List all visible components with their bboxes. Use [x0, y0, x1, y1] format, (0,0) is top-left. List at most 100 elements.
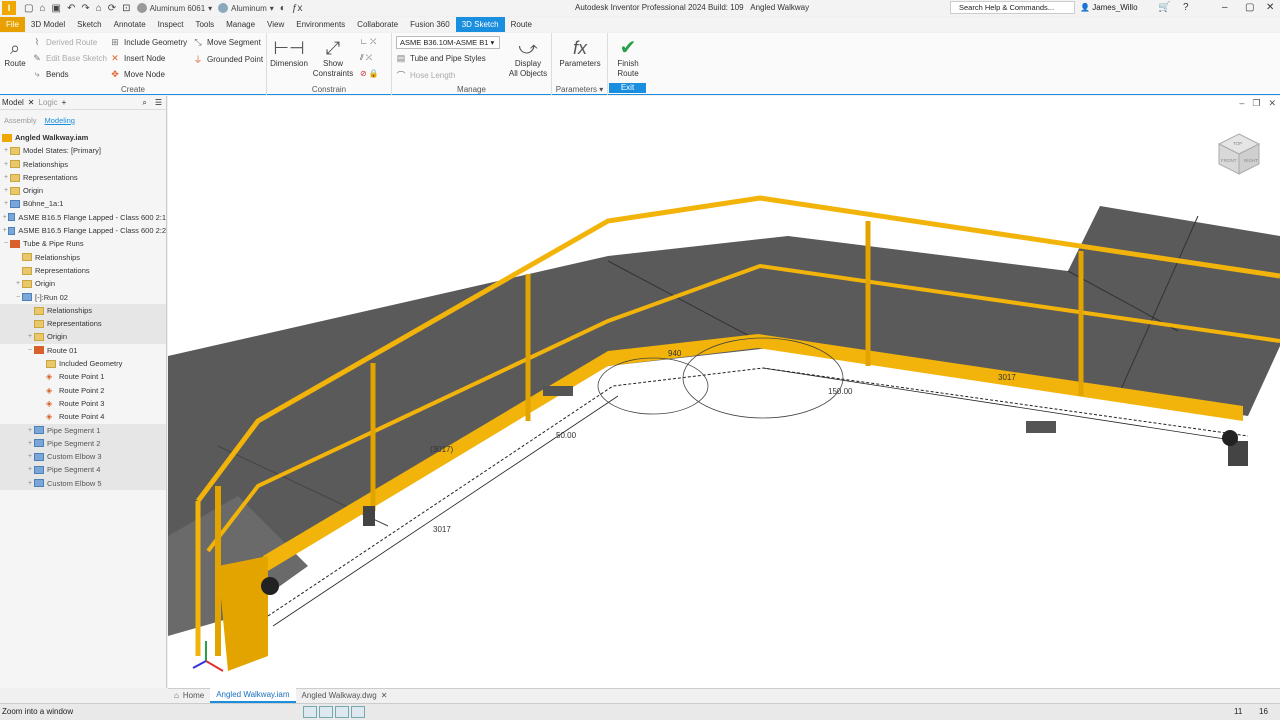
help-icon[interactable]: ? [1183, 2, 1189, 13]
close-icon[interactable]: ✕ [1266, 2, 1274, 13]
tree-node[interactable]: + Custom Elbow 3 [0, 450, 166, 464]
tree-node[interactable]: + Bühne_1a:1 [0, 197, 166, 210]
tree-node[interactable]: + ASME B16.5 Flange Lapped - Class 600 2:… [0, 224, 166, 237]
tab-file[interactable]: File [0, 17, 25, 32]
tab-view[interactable]: View [261, 17, 290, 32]
function-icon[interactable]: ƒx [292, 3, 303, 14]
tab-logic[interactable]: Logic [39, 98, 58, 107]
subtab-assembly[interactable]: Assembly [4, 116, 37, 125]
save-icon[interactable]: ▣ [52, 3, 61, 14]
minimize-icon[interactable]: – [1222, 2, 1228, 13]
menu-icon[interactable]: ☰ [155, 98, 162, 107]
color-icon[interactable]: ◐ [280, 3, 286, 14]
tree-node[interactable]: ◈ Route Point 3 [0, 397, 166, 410]
tab-sketch[interactable]: Sketch [71, 17, 107, 32]
minimize-view-icon[interactable]: – [1239, 98, 1244, 109]
tree-node[interactable]: + Model States: [Primary] [0, 144, 166, 157]
tree-node[interactable]: ◈ Route Point 4 [0, 410, 166, 423]
search-icon[interactable]: ⌕ [142, 98, 146, 108]
home-tab[interactable]: ⌂ Home [168, 689, 210, 702]
tree-node-root[interactable]: Angled Walkway.iam [0, 131, 166, 144]
tree-node[interactable]: + Representations [0, 171, 166, 184]
fix-icon[interactable]: ⊘ 🔒 [360, 69, 379, 78]
finish-route-button[interactable]: ✔ Finish Route [610, 37, 646, 79]
parameters-group-label[interactable]: Parameters ▾ [552, 85, 607, 94]
tab-annotate[interactable]: Annotate [108, 17, 152, 32]
bends-button[interactable]: ⤷ Bends [32, 69, 68, 80]
tree-node[interactable]: + Origin [0, 277, 166, 290]
tab-collaborate[interactable]: Collaborate [351, 17, 404, 32]
user-account[interactable]: 👤 James_Willo [1080, 3, 1138, 12]
tab-inspect[interactable]: Inspect [152, 17, 190, 32]
tree-node[interactable]: − Route 01 [0, 344, 166, 357]
tree-node[interactable]: Relationships [0, 303, 166, 318]
tab-manage[interactable]: Manage [220, 17, 261, 32]
tube-pipe-styles-button[interactable]: ▤ Tube and Pipe Styles [396, 53, 486, 64]
search-input[interactable]: Search Help & Commands... [950, 1, 1075, 14]
select-icon[interactable]: ⊡ [122, 3, 130, 14]
parameters-button[interactable]: fx Parameters [558, 37, 602, 69]
route-button[interactable]: ⌕ Route [3, 37, 27, 69]
tree-node[interactable]: − [-]:Run 02 [0, 291, 166, 304]
tab-fusion-360[interactable]: Fusion 360 [404, 17, 456, 32]
tree-node[interactable]: + Pipe Segment 1 [0, 423, 166, 437]
appearance-selector[interactable]: Aluminum ▾ [218, 3, 274, 13]
tree-node[interactable]: Representations [0, 264, 166, 277]
open-file-icon[interactable]: ⌂ [39, 3, 45, 14]
display-all-objects-button[interactable]: ⤻ Display All Objects [507, 37, 549, 79]
derived-route-button[interactable]: ⌇ Derived Route [32, 37, 97, 48]
perpendicular-icon[interactable]: ∟ ⤫ [360, 37, 376, 47]
inference-tool-icon[interactable] [351, 706, 365, 718]
graphics-viewport[interactable]: 940 3017 150.00 (3017) 3017 50.00 – ❐ ✕ [168, 96, 1280, 688]
tab-model[interactable]: Model [2, 98, 24, 107]
dimension-button[interactable]: ⊢⊣ Dimension [270, 37, 308, 69]
close-tab-icon[interactable]: ✕ [28, 98, 35, 107]
close-view-icon[interactable]: ✕ [1268, 98, 1276, 109]
tree-node[interactable]: Included Geometry [0, 357, 166, 370]
grid-tool-icon[interactable] [319, 706, 333, 718]
maximize-icon[interactable]: ▢ [1245, 2, 1254, 13]
tree-node[interactable]: + Custom Elbow 5 [0, 476, 166, 491]
move-node-button[interactable]: ✥ Move Node [110, 69, 165, 80]
tree-node[interactable]: Relationships [0, 251, 166, 264]
tab-route[interactable]: Route [505, 17, 538, 32]
cart-icon[interactable]: 🛒 [1158, 2, 1170, 13]
insert-node-button[interactable]: ✕ Insert Node [110, 53, 165, 64]
redo-icon[interactable]: ↷ [81, 3, 89, 14]
snap-tool-icon[interactable] [303, 706, 317, 718]
tree-node[interactable]: + Relationships [0, 158, 166, 171]
tab-3d-sketch[interactable]: 3D Sketch [455, 17, 505, 32]
tab-environments[interactable]: Environments [290, 17, 351, 32]
tree-node[interactable]: + Origin [0, 184, 166, 197]
update-icon[interactable]: ⟳ [108, 3, 116, 14]
new-file-icon[interactable]: ▢ [24, 3, 33, 14]
tree-node[interactable]: ◈ Route Point 2 [0, 384, 166, 397]
tree-node[interactable]: ◈ Route Point 1 [0, 370, 166, 383]
tab-tools[interactable]: Tools [189, 17, 220, 32]
tree-node[interactable]: + Pipe Segment 2 [0, 436, 166, 451]
include-geometry-button[interactable]: ⊞ Include Geometry [110, 37, 187, 48]
subtab-modeling[interactable]: Modeling [45, 116, 75, 125]
undo-icon[interactable]: ↶ [67, 3, 75, 14]
tree-node[interactable]: Representations [0, 317, 166, 331]
view-cube[interactable]: TOP FRONT RIGHT [1215, 130, 1263, 178]
move-segment-button[interactable]: ⤡ Move Segment [193, 37, 260, 48]
show-constraints-button[interactable]: ⤢ Show Constraints [311, 37, 355, 79]
style-select[interactable]: ASME B36.10M-ASME B1 ▾ [396, 36, 500, 49]
tree-node[interactable]: − Tube & Pipe Runs [0, 237, 166, 250]
restore-view-icon[interactable]: ❐ [1252, 98, 1260, 109]
tab-3d-model[interactable]: 3D Model [25, 17, 71, 32]
document-tab-dwg[interactable]: Angled Walkway.dwg ✕ [296, 689, 394, 702]
tree-node[interactable]: + ASME B16.5 Flange Lapped - Class 600 2:… [0, 211, 166, 224]
document-tab-iam[interactable]: Angled Walkway.iam [210, 688, 296, 703]
home-icon[interactable]: ⌂ [96, 3, 102, 14]
tree-node[interactable]: + Pipe Segment 4 [0, 463, 166, 477]
close-tab-icon[interactable]: ✕ [381, 689, 388, 702]
material-selector[interactable]: Aluminum 6061 ▾ [136, 3, 212, 13]
add-tab-icon[interactable]: + [62, 98, 67, 107]
app-logo[interactable]: I [2, 1, 16, 15]
constraint-tool-icon[interactable] [335, 706, 349, 718]
parallel-icon[interactable]: ⫽ ⤫ [360, 53, 372, 63]
grounded-point-button[interactable]: ⏚ Grounded Point [193, 53, 263, 66]
tree-node[interactable]: + Origin [0, 330, 166, 344]
